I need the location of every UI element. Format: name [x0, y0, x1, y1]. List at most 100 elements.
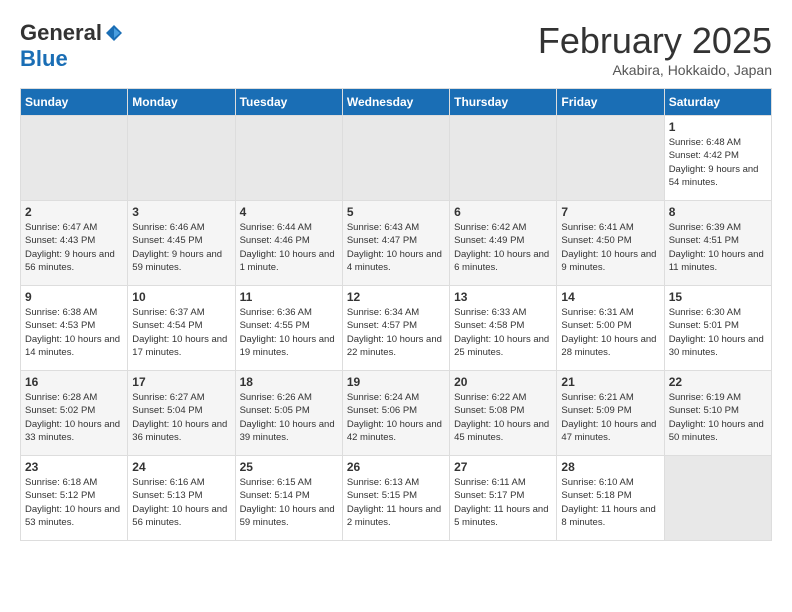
day-info: Sunrise: 6:15 AMSunset: 5:14 PMDaylight:… [240, 476, 338, 529]
day-info: Sunrise: 6:28 AMSunset: 5:02 PMDaylight:… [25, 391, 123, 444]
day-info: Sunrise: 6:44 AMSunset: 4:46 PMDaylight:… [240, 221, 338, 274]
calendar-cell: 24 Sunrise: 6:16 AMSunset: 5:13 PMDayligh… [128, 456, 235, 541]
calendar-cell: 21 Sunrise: 6:21 AMSunset: 5:09 PMDayligh… [557, 371, 664, 456]
calendar-cell [235, 116, 342, 201]
day-number: 22 [669, 375, 767, 389]
day-number: 19 [347, 375, 445, 389]
day-number: 27 [454, 460, 552, 474]
day-info: Sunrise: 6:36 AMSunset: 4:55 PMDaylight:… [240, 306, 338, 359]
calendar-header-row: SundayMondayTuesdayWednesdayThursdayFrid… [21, 89, 772, 116]
day-number: 4 [240, 205, 338, 219]
calendar-cell: 2 Sunrise: 6:47 AMSunset: 4:43 PMDaylight… [21, 201, 128, 286]
day-number: 1 [669, 120, 767, 134]
day-info: Sunrise: 6:19 AMSunset: 5:10 PMDaylight:… [669, 391, 767, 444]
calendar-cell: 10 Sunrise: 6:37 AMSunset: 4:54 PMDayligh… [128, 286, 235, 371]
day-number: 9 [25, 290, 123, 304]
day-number: 18 [240, 375, 338, 389]
logo-general-text: General [20, 20, 102, 46]
calendar-cell: 16Sunrise: 6:28 AMSunset: 5:02 PMDayligh… [21, 371, 128, 456]
calendar-cell [450, 116, 557, 201]
calendar-header-cell: Saturday [664, 89, 771, 116]
logo: General Blue [20, 20, 124, 72]
calendar-cell [128, 116, 235, 201]
calendar-cell: 26 Sunrise: 6:13 AMSunset: 5:15 PMDayligh… [342, 456, 449, 541]
day-info: Sunrise: 6:39 AMSunset: 4:51 PMDaylight:… [669, 221, 767, 274]
day-number: 3 [132, 205, 230, 219]
calendar-cell [21, 116, 128, 201]
calendar-week-row: 1 Sunrise: 6:48 AMSunset: 4:42 PMDaylight… [21, 116, 772, 201]
calendar-cell: 27 Sunrise: 6:11 AMSunset: 5:17 PMDayligh… [450, 456, 557, 541]
calendar-cell: 11 Sunrise: 6:36 AMSunset: 4:55 PMDayligh… [235, 286, 342, 371]
calendar-cell [342, 116, 449, 201]
day-info: Sunrise: 6:16 AMSunset: 5:13 PMDaylight:… [132, 476, 230, 529]
calendar-cell: 25 Sunrise: 6:15 AMSunset: 5:14 PMDayligh… [235, 456, 342, 541]
day-number: 23 [25, 460, 123, 474]
day-info: Sunrise: 6:37 AMSunset: 4:54 PMDaylight:… [132, 306, 230, 359]
calendar-week-row: 23 Sunrise: 6:18 AMSunset: 5:12 PMDayligh… [21, 456, 772, 541]
calendar-cell: 6Sunrise: 6:42 AMSunset: 4:49 PMDaylight… [450, 201, 557, 286]
day-number: 24 [132, 460, 230, 474]
logo-blue-text: Blue [20, 46, 68, 72]
calendar-header-cell: Tuesday [235, 89, 342, 116]
page-header: General Blue February 2025 Akabira, Hokk… [20, 20, 772, 78]
day-info: Sunrise: 6:18 AMSunset: 5:12 PMDaylight:… [25, 476, 123, 529]
day-info: Sunrise: 6:33 AMSunset: 4:58 PMDaylight:… [454, 306, 552, 359]
day-number: 10 [132, 290, 230, 304]
logo-icon [104, 23, 124, 43]
calendar-week-row: 9Sunrise: 6:38 AMSunset: 4:53 PMDaylight… [21, 286, 772, 371]
day-number: 20 [454, 375, 552, 389]
day-info: Sunrise: 6:24 AMSunset: 5:06 PMDaylight:… [347, 391, 445, 444]
calendar-cell: 28Sunrise: 6:10 AMSunset: 5:18 PMDayligh… [557, 456, 664, 541]
day-number: 8 [669, 205, 767, 219]
day-number: 13 [454, 290, 552, 304]
day-info: Sunrise: 6:31 AMSunset: 5:00 PMDaylight:… [561, 306, 659, 359]
calendar-header-cell: Friday [557, 89, 664, 116]
day-number: 21 [561, 375, 659, 389]
location: Akabira, Hokkaido, Japan [538, 62, 772, 78]
day-number: 15 [669, 290, 767, 304]
calendar-cell: 12Sunrise: 6:34 AMSunset: 4:57 PMDayligh… [342, 286, 449, 371]
day-number: 25 [240, 460, 338, 474]
day-info: Sunrise: 6:30 AMSunset: 5:01 PMDaylight:… [669, 306, 767, 359]
day-number: 26 [347, 460, 445, 474]
day-number: 11 [240, 290, 338, 304]
calendar-cell: 1 Sunrise: 6:48 AMSunset: 4:42 PMDaylight… [664, 116, 771, 201]
day-info: Sunrise: 6:47 AMSunset: 4:43 PMDaylight:… [25, 221, 123, 274]
calendar-cell: 22 Sunrise: 6:19 AMSunset: 5:10 PMDayligh… [664, 371, 771, 456]
calendar-cell: 14 Sunrise: 6:31 AMSunset: 5:00 PMDayligh… [557, 286, 664, 371]
day-info: Sunrise: 6:46 AMSunset: 4:45 PMDaylight:… [132, 221, 230, 274]
day-number: 14 [561, 290, 659, 304]
calendar-cell: 8 Sunrise: 6:39 AMSunset: 4:51 PMDaylight… [664, 201, 771, 286]
day-info: Sunrise: 6:13 AMSunset: 5:15 PMDaylight:… [347, 476, 445, 529]
day-number: 6 [454, 205, 552, 219]
calendar-header-cell: Thursday [450, 89, 557, 116]
day-number: 2 [25, 205, 123, 219]
day-info: Sunrise: 6:11 AMSunset: 5:17 PMDaylight:… [454, 476, 552, 529]
calendar-table: SundayMondayTuesdayWednesdayThursdayFrid… [20, 88, 772, 541]
calendar-header-cell: Sunday [21, 89, 128, 116]
calendar-cell: 4 Sunrise: 6:44 AMSunset: 4:46 PMDaylight… [235, 201, 342, 286]
calendar-cell [664, 456, 771, 541]
calendar-week-row: 16Sunrise: 6:28 AMSunset: 5:02 PMDayligh… [21, 371, 772, 456]
calendar-cell: 9Sunrise: 6:38 AMSunset: 4:53 PMDaylight… [21, 286, 128, 371]
calendar-header-cell: Monday [128, 89, 235, 116]
day-info: Sunrise: 6:21 AMSunset: 5:09 PMDaylight:… [561, 391, 659, 444]
calendar-cell: 7Sunrise: 6:41 AMSunset: 4:50 PMDaylight… [557, 201, 664, 286]
calendar-body: 1 Sunrise: 6:48 AMSunset: 4:42 PMDaylight… [21, 116, 772, 541]
day-info: Sunrise: 6:48 AMSunset: 4:42 PMDaylight:… [669, 136, 767, 189]
calendar-header-cell: Wednesday [342, 89, 449, 116]
day-info: Sunrise: 6:27 AMSunset: 5:04 PMDaylight:… [132, 391, 230, 444]
calendar-cell [557, 116, 664, 201]
calendar-week-row: 2 Sunrise: 6:47 AMSunset: 4:43 PMDaylight… [21, 201, 772, 286]
calendar-cell: 17 Sunrise: 6:27 AMSunset: 5:04 PMDayligh… [128, 371, 235, 456]
day-info: Sunrise: 6:43 AMSunset: 4:47 PMDaylight:… [347, 221, 445, 274]
calendar-cell: 5Sunrise: 6:43 AMSunset: 4:47 PMDaylight… [342, 201, 449, 286]
day-number: 12 [347, 290, 445, 304]
day-info: Sunrise: 6:10 AMSunset: 5:18 PMDaylight:… [561, 476, 659, 529]
calendar-cell: 20Sunrise: 6:22 AMSunset: 5:08 PMDayligh… [450, 371, 557, 456]
calendar-cell: 19 Sunrise: 6:24 AMSunset: 5:06 PMDayligh… [342, 371, 449, 456]
day-info: Sunrise: 6:26 AMSunset: 5:05 PMDaylight:… [240, 391, 338, 444]
calendar-cell: 23 Sunrise: 6:18 AMSunset: 5:12 PMDayligh… [21, 456, 128, 541]
day-number: 17 [132, 375, 230, 389]
month-title: February 2025 [538, 20, 772, 62]
